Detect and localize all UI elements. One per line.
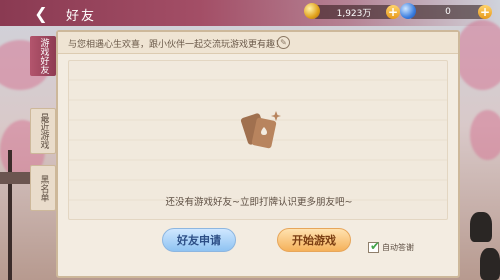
add-gold-button[interactable]: + xyxy=(386,5,400,19)
gold-counter: 1,923万 xyxy=(310,5,398,19)
friends-panel: 与您相遇心生欢喜，跟小伙伴一起交流玩游戏更有趣！ ✎ 还没有游戏好友~立即打牌认… xyxy=(56,30,460,278)
gold-value: 1,923万 xyxy=(336,8,372,19)
auto-reply-label: 自动答谢 xyxy=(382,243,414,252)
auto-reply-toggle[interactable]: ✔ 自动答谢 xyxy=(368,239,414,253)
signature-text: 与您相遇心生欢喜，跟小伙伴一起交流玩游戏更有趣！ xyxy=(68,40,285,50)
back-button[interactable]: ❮ xyxy=(30,3,52,23)
tab-label: 黑名单 xyxy=(38,174,49,202)
tab-label: 最近游戏 xyxy=(38,113,49,149)
empty-state-text: 还没有游戏好友~立即打牌认识更多朋友吧~ xyxy=(165,197,353,208)
top-bar: ❮ 好友 1,923万 + 0 + xyxy=(0,0,500,26)
gem-icon xyxy=(400,3,416,19)
check-icon: ✔ xyxy=(370,239,381,253)
tab-recent-games[interactable]: 最近游戏 xyxy=(30,108,56,154)
edit-icon[interactable]: ✎ xyxy=(277,36,290,49)
tab-game-friends[interactable]: 游戏好友 xyxy=(30,36,56,76)
chevron-left-icon: ❮ xyxy=(34,3,48,23)
add-gem-button[interactable]: + xyxy=(478,5,492,19)
page-title: 好友 xyxy=(66,9,97,24)
tab-blacklist[interactable]: 黑名单 xyxy=(30,165,56,211)
playing-cards-icon xyxy=(240,111,281,149)
start-game-button[interactable]: 开始游戏 xyxy=(277,228,351,252)
signature-banner: 与您相遇心生欢喜，跟小伙伴一起交流玩游戏更有趣！ ✎ xyxy=(58,32,458,54)
gold-coin-icon xyxy=(304,3,320,19)
friends-list-area: 还没有游戏好友~立即打牌认识更多朋友吧~ xyxy=(68,60,448,220)
auto-reply-checkbox[interactable]: ✔ xyxy=(368,239,381,253)
tab-label: 游戏好友 xyxy=(38,38,49,74)
gem-value: 0 xyxy=(445,7,451,17)
friend-request-button[interactable]: 好友申请 xyxy=(162,228,236,252)
